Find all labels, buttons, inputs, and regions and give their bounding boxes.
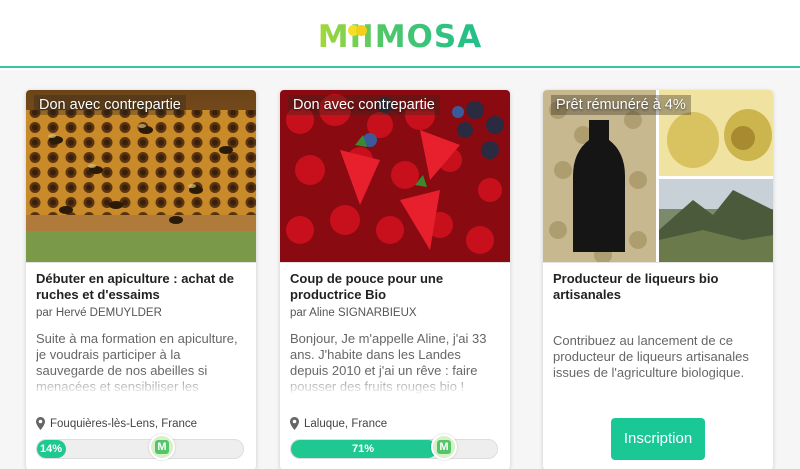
- card-description: Suite à ma formation en apiculture, je v…: [36, 331, 248, 395]
- logo-dots: [348, 25, 378, 37]
- project-card-apiculture[interactable]: Don avec contrepartie Débuter en apicult…: [26, 90, 256, 469]
- card-badge: Don avec contrepartie: [288, 95, 440, 115]
- progress-marker-icon: M: [149, 434, 175, 460]
- card-body: Coup de pouce pour une productrice Bio p…: [280, 262, 510, 469]
- location-text: Laluque, France: [304, 417, 388, 430]
- card-image-berries[interactable]: Don avec contrepartie: [280, 90, 510, 262]
- card-body: Débuter en apiculture : achat de ruches …: [26, 262, 256, 469]
- card-location: Laluque, France: [290, 417, 387, 430]
- card-location: Fouquières-lès-Lens, France: [36, 417, 197, 430]
- funding-progress-bar: 71% M: [290, 434, 498, 460]
- card-badge: Don avec contrepartie: [34, 95, 186, 115]
- project-card-fruits[interactable]: Don avec contrepartie Coup de pouce pour…: [280, 90, 510, 469]
- card-title[interactable]: Producteur de liqueurs bio artisanales: [553, 271, 765, 303]
- card-description: Bonjour, Je m'appelle Aline, j'ai 33 ans…: [290, 331, 502, 395]
- card-description: Contribuez au lancement de ce producteur…: [553, 333, 765, 397]
- card-author: par Aline SIGNARBIEUX: [290, 307, 417, 319]
- card-title[interactable]: Coup de pouce pour une productrice Bio: [290, 271, 502, 303]
- card-title[interactable]: Débuter en apiculture : achat de ruches …: [36, 271, 248, 303]
- progress-label: 14%: [40, 443, 63, 455]
- progress-marker-icon: M: [431, 434, 457, 460]
- card-image-liqueurs[interactable]: Prêt rémunéré à 4%: [543, 90, 773, 262]
- inscription-button[interactable]: Inscription: [611, 418, 705, 460]
- logo[interactable]: MIIMOSA: [0, 16, 800, 58]
- header: MIIMOSA: [0, 0, 800, 68]
- location-pin-icon: [290, 417, 299, 430]
- location-text: Fouquières-lès-Lens, France: [50, 417, 198, 430]
- card-badge: Prêt rémunéré à 4%: [551, 95, 691, 115]
- card-body: Producteur de liqueurs bio artisanales C…: [543, 262, 773, 469]
- card-image-bees[interactable]: Don avec contrepartie: [26, 90, 256, 262]
- project-card-liqueurs[interactable]: Prêt rémunéré à 4% Producteur de liqueur…: [543, 90, 773, 469]
- card-author: par Hervé DEMUYLDER: [36, 307, 162, 319]
- logo-text: MIIMOSA: [318, 16, 482, 58]
- location-pin-icon: [36, 417, 45, 430]
- funding-progress-bar: 14% M: [36, 434, 244, 460]
- progress-label: 71%: [352, 443, 375, 455]
